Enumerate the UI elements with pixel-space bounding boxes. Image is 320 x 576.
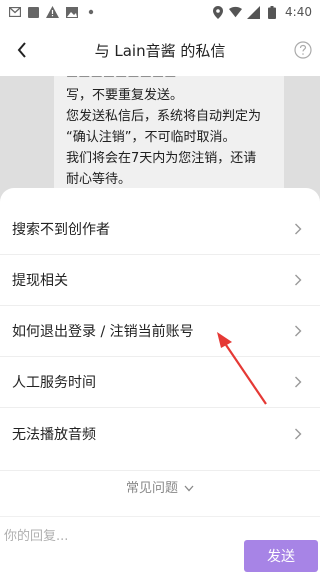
faq-item-withdrawal[interactable]: 提现相关 — [0, 255, 320, 306]
back-arrow-icon — [17, 42, 26, 58]
faq-item-label: 提现相关 — [12, 273, 68, 289]
cellular-icon — [247, 5, 261, 19]
square-icon — [27, 6, 40, 19]
dot-icon — [84, 6, 97, 19]
faq-item-logout-cancel-account[interactable]: 如何退出登录 / 注销当前账号 — [0, 306, 320, 357]
faq-item-audio-playback[interactable]: 无法播放音频 — [0, 408, 320, 459]
wifi-icon — [229, 6, 243, 19]
chevron-down-icon — [184, 477, 194, 496]
faq-item-label: 无法播放音频 — [12, 426, 96, 443]
reply-composer: 发送 — [0, 516, 320, 576]
common-questions-toggle[interactable]: 常见问题 — [0, 470, 320, 502]
chat-header: 与 Lain音酱 的私信 — [0, 24, 320, 76]
help-button[interactable] — [292, 39, 314, 61]
reply-input[interactable] — [4, 525, 234, 547]
faq-item-label: 如何退出登录 / 注销当前账号 — [12, 324, 194, 340]
faq-item-creator-search[interactable]: 搜索不到创作者 — [0, 204, 320, 255]
back-button[interactable] — [8, 36, 36, 64]
faq-list: 搜索不到创作者 提现相关 如何退出登录 / 注销当前账号 人工服务时间 无法播放… — [0, 204, 320, 459]
help-circle-icon — [294, 41, 312, 59]
location-icon — [211, 5, 224, 19]
chevron-right-icon — [294, 222, 304, 236]
send-button[interactable]: 发送 — [244, 540, 318, 572]
battery-icon — [265, 5, 278, 19]
status-right: 4:40 — [211, 5, 312, 19]
page-title: 与 Lain音酱 的私信 — [94, 41, 226, 60]
chevron-right-icon — [294, 273, 304, 287]
status-bar: 4:40 — [0, 0, 320, 24]
faq-item-label: 人工服务时间 — [12, 375, 96, 391]
chevron-right-icon — [294, 427, 304, 441]
common-questions-label: 常见问题 — [125, 481, 178, 496]
status-left — [8, 6, 97, 19]
chevron-right-icon — [294, 375, 304, 389]
image-icon — [65, 6, 78, 19]
chevron-right-icon — [294, 324, 304, 338]
faq-item-label: 搜索不到创作者 — [12, 222, 110, 238]
faq-item-service-hours[interactable]: 人工服务时间 — [0, 357, 320, 408]
warning-icon — [46, 6, 59, 19]
gmail-icon — [8, 6, 21, 19]
clock: 4:40 — [285, 5, 312, 19]
